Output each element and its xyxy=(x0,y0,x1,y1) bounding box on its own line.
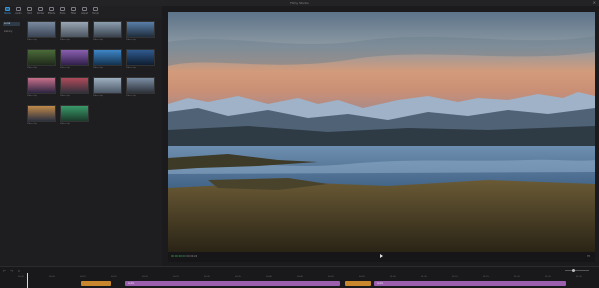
ruler-tick-label: 01:30 xyxy=(576,276,582,278)
ruler-tick-label: 00:10 xyxy=(80,276,86,278)
media-thumbnail[interactable] xyxy=(60,49,89,66)
close-icon[interactable]: ✕ xyxy=(593,0,596,6)
media-thumbnail[interactable] xyxy=(27,49,56,66)
ruler-tick-label: 00:50 xyxy=(328,276,334,278)
ruler-tick-label: 00:45 xyxy=(297,276,303,278)
ruler-tick-label: 01:15 xyxy=(483,276,489,278)
toolbar-templ-button[interactable]: Templ xyxy=(90,6,101,18)
thumbnail-caption: Video clip xyxy=(60,95,70,97)
thumbnail-caption: Video clip xyxy=(60,123,70,125)
toolbar-audio-button[interactable]: Audio xyxy=(13,6,24,18)
timeline-ruler[interactable]: 00:00 00:05 00:10 00:15 00:20 00:25 00:30 00:35… xyxy=(18,276,596,280)
zoom-knob[interactable] xyxy=(572,269,575,272)
audio-clip[interactable] xyxy=(81,281,111,286)
music-clip[interactable]: Audio xyxy=(374,281,566,286)
ruler-tick-label: 00:15 xyxy=(111,276,117,278)
ruler-tick-label: 00:05 xyxy=(49,276,55,278)
ruler-tick-label: 00:25 xyxy=(173,276,179,278)
thumbnail-caption: Video clip xyxy=(27,123,37,125)
ruler-tick-label: 00:20 xyxy=(142,276,148,278)
filter-icon xyxy=(71,7,76,11)
thumbnail-caption: Video clip xyxy=(93,95,103,97)
audio-clip[interactable] xyxy=(345,281,371,286)
ruler-tick-label: 00:55 xyxy=(359,276,365,278)
audio-icon xyxy=(16,7,21,11)
playhead[interactable] xyxy=(27,273,28,288)
preview-player: 00:00:00:00 00:00:26 Fit xyxy=(168,12,595,262)
ruler-tick-label: 00:30 xyxy=(204,276,210,278)
effects-icon xyxy=(49,7,54,11)
thumbnail-caption: Video clip xyxy=(27,67,37,69)
toolbar-label: Text xyxy=(27,12,32,15)
thumbnail-caption: Video clip xyxy=(27,39,37,41)
toolbar-label: Sticker xyxy=(36,12,45,15)
thumbnail-caption: Video clip xyxy=(126,39,136,41)
toolbar-sticker-button[interactable]: Sticker xyxy=(35,6,46,18)
timeline: ↶ ↷ ✂ 00:00 00:05 00:10 00:15 00:20 00:25 00:3… xyxy=(0,266,599,288)
sidebar: Local Library xyxy=(0,18,23,266)
toolbar-label: Media xyxy=(4,12,11,15)
timecode-current: 00:00:00:00 xyxy=(171,255,186,258)
toolbar-label: Audio xyxy=(15,12,22,15)
toolbar-adjust-button[interactable]: Adjust xyxy=(79,6,90,18)
timeline-controls[interactable]: ↶ ↷ ✂ xyxy=(3,269,22,273)
timeline-zoom-slider[interactable] xyxy=(565,270,589,271)
thumbnail-caption: Video clip xyxy=(93,67,103,69)
music-clip[interactable]: Audio xyxy=(125,281,340,286)
clip-label: Audio xyxy=(128,282,135,285)
ruler-tick-label: 01:10 xyxy=(452,276,458,278)
sidebar-item-library[interactable]: Library xyxy=(3,30,20,34)
media-thumbnail[interactable] xyxy=(60,21,89,38)
ruler-tick-label: 00:00 xyxy=(18,276,24,278)
thumbnail-caption: Video clip xyxy=(93,39,103,41)
adjust-icon xyxy=(82,7,87,11)
media-thumbnail[interactable] xyxy=(126,21,155,38)
thumbnail-caption: Video clip xyxy=(60,67,70,69)
timecode-total: 00:00:26 xyxy=(186,255,198,258)
thumbnail-caption: Video clip xyxy=(27,95,37,97)
media-icon xyxy=(5,7,10,11)
transitions-icon xyxy=(60,7,65,11)
preview-frame xyxy=(168,12,595,252)
timecode: 00:00:00:00 00:00:26 xyxy=(171,255,197,258)
thumbnail-caption: Video clip xyxy=(126,67,136,69)
toolbar-label: Trans xyxy=(59,12,66,15)
sticker-icon xyxy=(38,7,43,11)
toolbar-media-button[interactable]: Media xyxy=(2,6,13,18)
media-thumbnail[interactable] xyxy=(126,49,155,66)
thumbnail-caption: Video clip xyxy=(126,95,136,97)
toolbar-label: Effects xyxy=(47,12,56,15)
play-icon[interactable] xyxy=(380,254,383,258)
media-thumbnail[interactable] xyxy=(93,49,122,66)
text-icon xyxy=(27,7,32,11)
thumbnail-caption: Video clip xyxy=(60,39,70,41)
media-thumbnail[interactable] xyxy=(60,77,89,94)
fit-dropdown[interactable]: Fit xyxy=(587,255,590,258)
templates-icon xyxy=(93,7,98,11)
toolbar-text-button[interactable]: Text xyxy=(24,6,35,18)
toolbar-label: Adjust xyxy=(81,12,88,15)
media-thumbnail[interactable] xyxy=(93,21,122,38)
ruler-tick-label: 01:05 xyxy=(421,276,427,278)
media-thumbnail[interactable] xyxy=(27,77,56,94)
toolbar-label: Templ xyxy=(92,12,99,15)
sidebar-item-local[interactable]: Local xyxy=(3,22,20,26)
media-thumbnail[interactable] xyxy=(60,105,89,122)
media-thumbnail[interactable] xyxy=(93,77,122,94)
ruler-tick-label: 01:20 xyxy=(514,276,520,278)
toolbar-trans-button[interactable]: Trans xyxy=(57,6,68,18)
clip-label: Audio xyxy=(377,282,384,285)
toolbar-filter-button[interactable]: Filter xyxy=(68,6,79,18)
player-controls: 00:00:00:00 00:00:26 Fit xyxy=(168,252,595,262)
toolbar-label: Filter xyxy=(70,12,77,15)
media-thumbnail[interactable] xyxy=(27,21,56,38)
ruler-tick-label: 00:35 xyxy=(235,276,241,278)
media-library: Import Video clipVideo clipVideo clipVid… xyxy=(22,18,162,266)
ruler-tick-label: 00:40 xyxy=(266,276,272,278)
media-thumbnail[interactable] xyxy=(27,105,56,122)
ruler-tick-label: 01:00 xyxy=(390,276,396,278)
ruler-tick-label: 01:25 xyxy=(545,276,551,278)
media-thumbnail[interactable] xyxy=(126,77,155,94)
toolbar-effects-button[interactable]: Effects xyxy=(46,6,57,18)
